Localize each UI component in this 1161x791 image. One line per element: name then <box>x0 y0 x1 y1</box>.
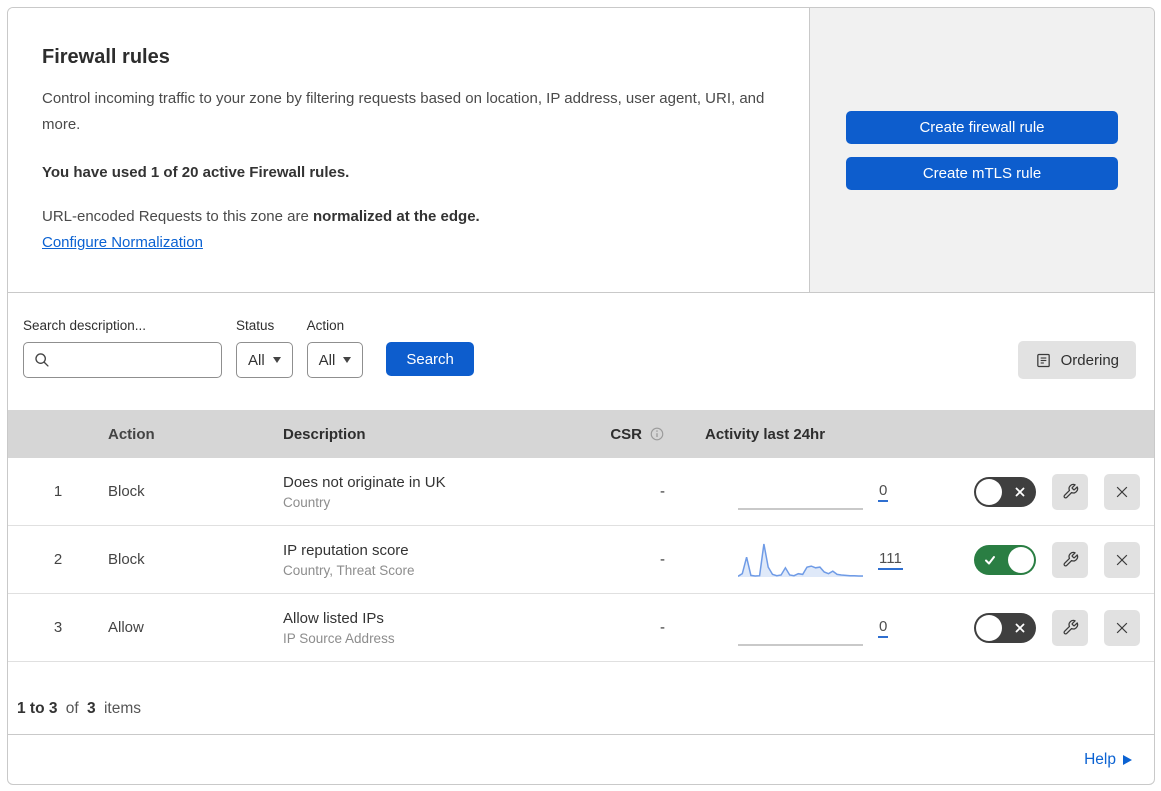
header-text-block: Firewall rules Control incoming traffic … <box>8 8 809 292</box>
column-description: Description <box>283 425 366 443</box>
column-csr: CSR <box>568 426 683 443</box>
x-icon <box>1014 486 1026 498</box>
pagination-summary: 1 to 3 of 3 items <box>17 700 142 717</box>
help-bar: Help <box>8 734 1154 784</box>
activity-count-link[interactable]: 111 <box>878 550 903 570</box>
activity-sparkline <box>738 507 863 510</box>
toggle-knob <box>1008 546 1034 573</box>
check-icon <box>983 553 997 567</box>
rule-action: Block <box>108 483 145 500</box>
rule-description: IP reputation score <box>283 541 409 559</box>
wrench-icon <box>1063 483 1078 499</box>
wrench-icon <box>1063 551 1078 567</box>
rule-description: Does not originate in UK <box>283 473 446 491</box>
create-firewall-rule-button[interactable]: Create firewall rule <box>846 111 1118 144</box>
table-row: 1 Block Does not originate in UK Country… <box>8 458 1154 526</box>
info-icon[interactable] <box>649 426 665 442</box>
normalization-note: URL-encoded Requests to this zone are no… <box>42 207 480 225</box>
search-button[interactable]: Search <box>386 342 474 376</box>
ordering-button[interactable]: Ordering <box>1017 341 1136 379</box>
column-activity: Activity last 24hr <box>705 425 826 443</box>
rule-priority: 3 <box>53 619 63 636</box>
rule-enabled-toggle[interactable] <box>974 476 1036 507</box>
rule-csr: - <box>660 551 665 568</box>
filter-bar: Search description... Status All Action … <box>8 293 1154 410</box>
usage-summary: You have used 1 of 20 active Firewall ru… <box>42 163 350 181</box>
x-icon <box>1116 554 1128 565</box>
rule-enabled-toggle[interactable] <box>974 544 1036 575</box>
firewall-rules-panel: Firewall rules Control incoming traffic … <box>7 7 1155 785</box>
x-icon <box>1116 622 1128 633</box>
delete-rule-button[interactable] <box>1104 473 1140 510</box>
create-mtls-rule-button[interactable]: Create mTLS rule <box>846 157 1118 190</box>
activity-count-link[interactable]: 0 <box>878 618 889 638</box>
delete-rule-button[interactable] <box>1104 609 1140 646</box>
wrench-icon <box>1063 619 1078 635</box>
x-icon <box>1014 622 1026 634</box>
delete-rule-button[interactable] <box>1104 541 1140 578</box>
status-dropdown[interactable]: All <box>236 342 293 378</box>
edit-rule-button[interactable] <box>1052 541 1088 578</box>
rule-fields: Country <box>283 494 331 510</box>
help-link[interactable]: Help <box>1084 751 1132 769</box>
table-row: 2 Block IP reputation score Country, Thr… <box>8 526 1154 594</box>
rule-fields: Country, Threat Score <box>283 562 415 578</box>
edit-rule-button[interactable] <box>1052 473 1088 510</box>
search-input-wrapper[interactable] <box>23 342 222 378</box>
column-action: Action <box>108 425 155 443</box>
chevron-right-icon <box>1123 754 1132 765</box>
rule-csr: - <box>660 619 665 636</box>
chevron-down-icon <box>272 357 281 363</box>
status-label: Status <box>236 318 275 333</box>
edit-rule-button[interactable] <box>1052 609 1088 646</box>
rule-csr: - <box>660 483 665 500</box>
panel-header: Firewall rules Control incoming traffic … <box>8 8 1154 293</box>
activity-count-link[interactable]: 0 <box>878 482 889 502</box>
rule-priority: 1 <box>53 483 63 500</box>
toggle-knob <box>976 478 1002 505</box>
search-input[interactable] <box>58 352 212 368</box>
search-icon <box>35 353 49 367</box>
page-title: Firewall rules <box>42 46 170 68</box>
action-label: Action <box>306 318 345 333</box>
rule-description: Allow listed IPs <box>283 609 384 627</box>
chevron-down-icon <box>343 357 352 363</box>
table-header: Action Description CSR Activity last 24h… <box>8 410 1154 458</box>
rule-priority: 2 <box>53 551 63 568</box>
x-icon <box>1116 486 1128 497</box>
rule-action: Block <box>108 551 145 568</box>
rule-fields: IP Source Address <box>283 630 395 646</box>
actions-side-panel: Create firewall rule Create mTLS rule <box>809 8 1154 292</box>
table-row: 3 Allow Allow listed IPs IP Source Addre… <box>8 594 1154 662</box>
activity-sparkline <box>738 543 863 577</box>
rule-enabled-toggle[interactable] <box>974 612 1036 643</box>
page-description: Control incoming traffic to your zone by… <box>42 90 765 134</box>
configure-normalization-link[interactable]: Configure Normalization <box>42 234 203 251</box>
search-label: Search description... <box>23 318 147 333</box>
toggle-knob <box>976 614 1002 641</box>
rule-action: Allow <box>108 619 144 636</box>
action-dropdown[interactable]: All <box>306 342 364 378</box>
list-icon <box>1036 353 1050 367</box>
activity-sparkline <box>738 643 863 646</box>
